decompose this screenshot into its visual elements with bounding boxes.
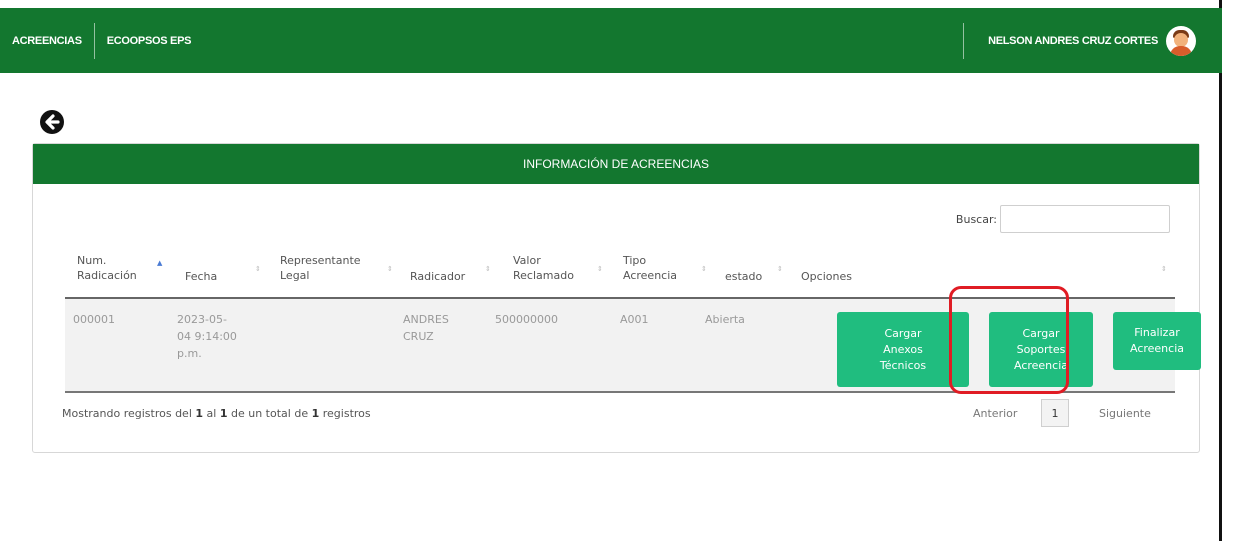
info-text: registros [319,407,371,420]
col-representante-legal[interactable]: Representante Legal [280,253,361,283]
pager-page-1[interactable]: 1 [1041,399,1069,427]
back-arrow-icon[interactable] [40,110,64,134]
sort-arrows-icon[interactable]: ⇕ [1161,265,1167,273]
acreencias-panel: INFORMACIÓN DE ACREENCIAS Buscar: Num. R… [32,143,1201,453]
col-fecha[interactable]: Fecha [185,269,217,284]
app-frame: ACREENCIAS ECOOPSOS EPS NELSON ANDRES CR… [0,0,1222,541]
col-num-radicacion[interactable]: Num. Radicación [77,253,137,283]
sort-asc-icon[interactable]: ▲ [157,259,162,267]
cell-radicador: ANDRES CRUZ [403,311,449,345]
button-label: Acreencia [1129,342,1184,355]
sort-arrows-icon[interactable]: ⇕ [255,265,261,273]
cell-line: CRUZ [403,330,434,343]
search-box: Buscar: [956,205,1170,233]
col-radicador[interactable]: Radicador [410,269,465,284]
panel-title: INFORMACIÓN DE ACREENCIAS [33,144,1199,184]
user-avatar-icon[interactable] [1166,25,1196,56]
info-text: de un total de [227,407,312,420]
button-label: Técnicos [879,358,927,372]
info-to: 1 [219,407,228,420]
col-label: Valor [513,254,541,267]
cell-fecha: 2023-05- 04 9:14:00 p.m. [177,311,237,362]
col-label: Reclamado [513,269,574,282]
sort-arrows-icon[interactable]: ⇕ [485,265,491,273]
cell-line: ANDRES [403,313,449,326]
avatar-face [1174,32,1188,47]
col-estado[interactable]: estado [725,269,762,284]
col-tipo-acreencia[interactable]: Tipo Acreencia [623,253,677,283]
annotation-highlight [949,286,1069,394]
avatar-body [1170,45,1192,56]
col-label: Legal [280,269,310,282]
sort-arrows-icon[interactable]: ⇕ [777,265,783,273]
cell-valor: 500000000 [495,313,558,326]
col-label: Representante [280,254,361,267]
finalizar-acreencia-button[interactable]: Finalizar Acreencia [1113,312,1201,370]
info-from: 1 [195,407,204,420]
pager-next[interactable]: Siguiente [1099,407,1151,420]
cell-tipo: A001 [620,313,649,326]
table-info: Mostrando registros del 1 al 1 de un tot… [62,407,371,420]
cell-num-radicacion: 000001 [73,313,115,326]
col-label: Acreencia [623,269,678,282]
col-label: Radicación [77,269,137,282]
sort-arrows-icon[interactable]: ⇕ [701,265,707,273]
sort-arrows-icon[interactable]: ⇕ [597,265,603,273]
button-label: Finalizar [1134,326,1180,339]
col-label: Num. [77,254,107,267]
col-valor-reclamado[interactable]: Valor Reclamado [513,253,574,283]
info-text: Mostrando registros del [62,407,196,420]
user-name[interactable]: NELSON ANDRES CRUZ CORTES [964,35,1166,47]
top-navbar: ACREENCIAS ECOOPSOS EPS NELSON ANDRES CR… [0,8,1222,73]
sort-arrows-icon[interactable]: ⇕ [387,265,393,273]
pager-prev[interactable]: Anterior [973,407,1017,420]
info-text: al [203,407,220,420]
button-label: Anexos [883,342,923,356]
col-label: Tipo [623,254,647,267]
nav-link-acreencias[interactable]: ACREENCIAS [0,35,94,47]
col-opciones[interactable]: Opciones [801,269,852,284]
search-input[interactable] [1000,205,1170,233]
nav-link-ecoopsos[interactable]: ECOOPSOS EPS [95,35,203,47]
search-label: Buscar: [955,212,997,226]
button-label: Cargar [884,326,922,340]
cell-line: p.m. [177,347,202,360]
cell-estado: Abierta [705,313,745,326]
cell-line: 04 9:14:00 [177,330,237,343]
cell-line: 2023-05- [177,313,227,326]
